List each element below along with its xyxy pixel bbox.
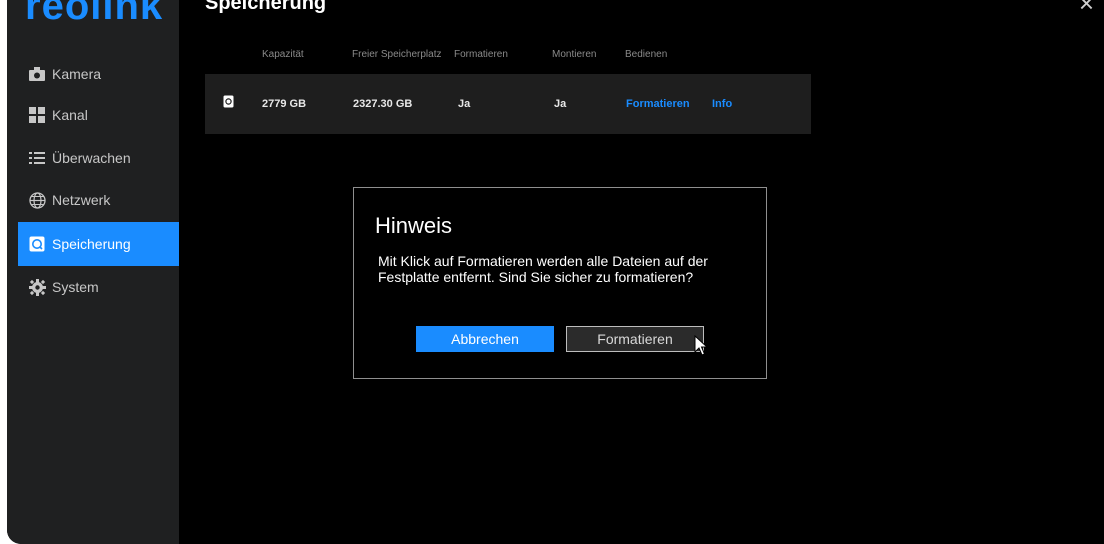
- sidebar-item-label: Kamera: [52, 66, 102, 82]
- gear-icon: [28, 278, 46, 296]
- dialog-title: Hinweis: [375, 213, 453, 238]
- storage-icon: [28, 235, 46, 253]
- sidebar-item-ueberwachen[interactable]: Überwachen: [18, 137, 179, 179]
- sidebar-item-kanal[interactable]: Kanal: [18, 94, 179, 136]
- column-header: Freier Speicherplatz: [352, 49, 442, 60]
- column-header: Kapazität: [262, 49, 304, 60]
- globe-icon: [28, 191, 46, 209]
- camera-icon: [28, 65, 46, 83]
- page-title: Speicherung: [205, 0, 327, 14]
- mouse-cursor-icon: [694, 334, 709, 362]
- free-space-value: 2327.30 GB: [353, 98, 413, 110]
- reolink-logo: reolink: [25, 0, 164, 28]
- sidebar: reolink Kamera Kanal Überwachen Netzwerk: [7, 0, 179, 544]
- sidebar-item-label: Kanal: [52, 107, 88, 123]
- column-header: Bedienen: [625, 49, 668, 60]
- sidebar-item-netzwerk[interactable]: Netzwerk: [18, 179, 179, 221]
- capacity-value: 2779 GB: [262, 98, 307, 110]
- sidebar-item-system[interactable]: System: [18, 266, 179, 308]
- grid-icon: [28, 106, 46, 124]
- cancel-button[interactable]: Abbrechen: [416, 326, 554, 352]
- sidebar-item-label: Überwachen: [52, 150, 131, 166]
- sidebar-item-kamera[interactable]: Kamera: [18, 53, 179, 95]
- sidebar-item-speicherung[interactable]: Speicherung: [18, 222, 179, 266]
- format-value: Ja: [458, 98, 471, 110]
- format-button[interactable]: Formatieren: [566, 326, 704, 352]
- format-link[interactable]: Formatieren: [626, 98, 690, 110]
- sidebar-item-label: Netzwerk: [52, 192, 111, 208]
- column-header: Montieren: [552, 49, 597, 60]
- info-link[interactable]: Info: [712, 98, 732, 110]
- mount-value: Ja: [554, 98, 567, 110]
- list-icon: [28, 149, 46, 167]
- close-icon[interactable]: ×: [1079, 0, 1094, 19]
- disk-icon: [223, 95, 234, 111]
- dialog-message: Mit Klick auf Formatieren werden alle Da…: [378, 253, 708, 285]
- sidebar-item-label: Speicherung: [52, 236, 131, 252]
- column-header: Formatieren: [454, 49, 508, 60]
- table-row: 2779 GB 2327.30 GB Ja Ja Formatieren Inf…: [205, 74, 811, 134]
- confirm-dialog: Hinweis Mit Klick auf Formatieren werden…: [353, 187, 767, 379]
- sidebar-item-label: System: [52, 279, 99, 295]
